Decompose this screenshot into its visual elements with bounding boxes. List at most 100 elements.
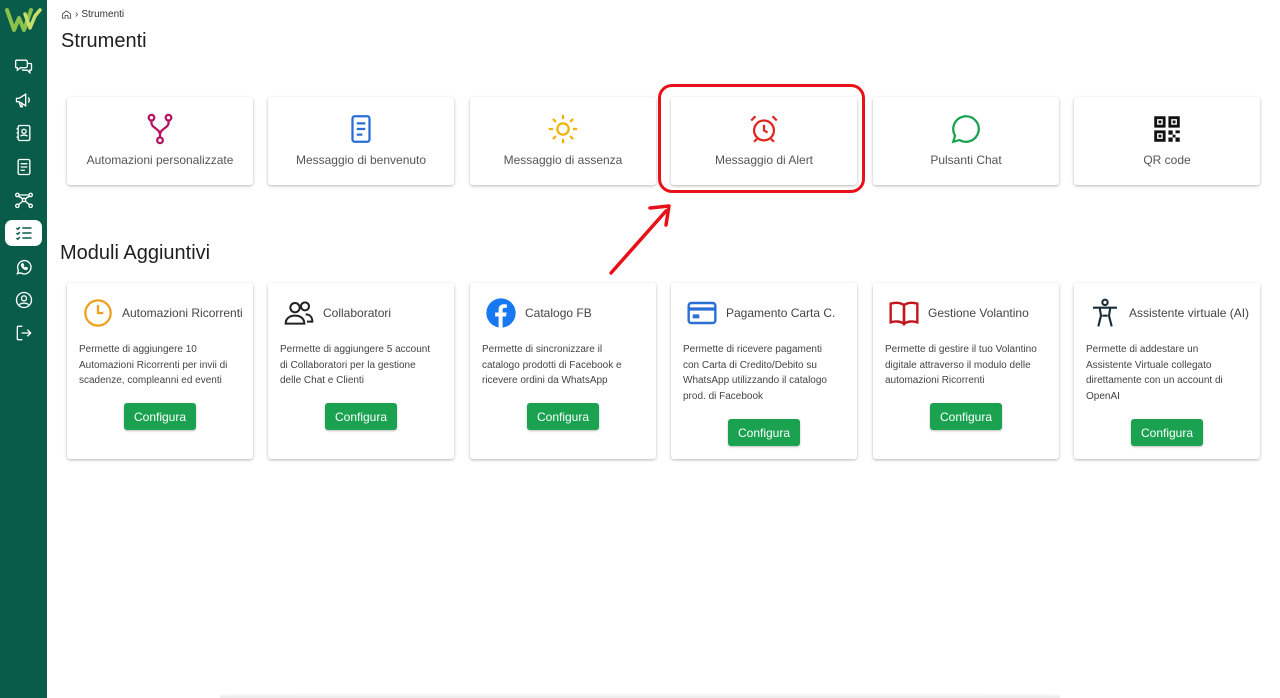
sidebar-item-documents[interactable] xyxy=(5,154,42,180)
tool-icon-wrap xyxy=(142,111,178,147)
sidebar-item-contacts[interactable] xyxy=(5,120,42,146)
desc-line: di Collaboratori per la gestione xyxy=(280,359,416,371)
sidebar-item-flows[interactable] xyxy=(5,187,42,213)
configura-button[interactable]: Configura xyxy=(325,403,397,430)
tool-label: QR code xyxy=(1143,153,1191,167)
module-head: Assistente virtuale (AI) xyxy=(1088,295,1254,331)
tool-card-messaggio-benvenuto[interactable]: Messaggio di benvenuto xyxy=(268,97,454,185)
logout-icon xyxy=(16,325,32,341)
module-head: Catalogo FB xyxy=(484,295,650,331)
desc-line: Automazioni Ricorrenti per invii di xyxy=(79,359,228,371)
sidebar-item-whatsapp[interactable] xyxy=(5,254,42,280)
tool-card-pulsanti-chat[interactable]: Pulsanti Chat xyxy=(873,97,1059,185)
configura-button[interactable]: Configura xyxy=(728,419,800,446)
document-icon xyxy=(351,115,371,143)
tool-card-messaggio-assenza[interactable]: Messaggio di assenza xyxy=(470,97,656,185)
module-head: Pagamento Carta C. xyxy=(685,295,851,331)
module-icon-wrap xyxy=(282,296,316,330)
module-card-assistente-virtuale: Assistente virtuale (AI) Permette di add… xyxy=(1074,283,1260,459)
tool-label: Pulsanti Chat xyxy=(930,153,1002,167)
module-icon-wrap xyxy=(81,296,115,330)
user-circle-icon xyxy=(15,291,32,309)
facebook-icon xyxy=(486,298,516,328)
person-accessibility-icon xyxy=(1093,298,1117,327)
module-icon-wrap xyxy=(1088,296,1122,330)
module-title: Assistente virtuale (AI) xyxy=(1129,306,1250,320)
module-title: Collaboratori xyxy=(323,306,392,320)
module-icon-wrap xyxy=(484,296,518,330)
desc-line: Permette di ricevere pagamenti xyxy=(683,344,822,355)
contacts-book-icon xyxy=(16,124,30,142)
module-title: Automazioni Ricorrenti xyxy=(122,306,243,320)
module-description: Permette di gestire il tuo Volantino dig… xyxy=(885,342,1049,389)
module-card-catalogo-fb: Catalogo FB Permette di sincronizzare il… xyxy=(470,283,656,459)
breadcrumb: › Strumenti xyxy=(61,9,124,20)
desc-line: automazioni Ricorrenti xyxy=(885,375,985,386)
tool-card-automazioni-personalizzate[interactable]: Automazioni personalizzate xyxy=(67,97,253,185)
desc-line: WhatsApp utilizzando il catalogo xyxy=(683,375,827,386)
module-card-collaboratori: Collaboratori Permette di aggiungere 5 a… xyxy=(268,283,454,459)
desc-line: delle Chat e Clienti xyxy=(280,375,364,386)
tool-label: Messaggio di assenza xyxy=(503,153,623,167)
branch-icon xyxy=(147,113,173,145)
module-icon-wrap xyxy=(887,296,921,330)
sun-icon xyxy=(548,114,578,144)
sidebar-item-profile[interactable] xyxy=(5,287,42,313)
desc-line: digitale attraverso il modulo delle xyxy=(885,359,1031,371)
breadcrumb-current: Strumenti xyxy=(81,9,125,20)
desc-line: prod. di Facebook xyxy=(683,390,764,402)
tool-icon-wrap xyxy=(545,111,581,147)
module-head: Automazioni Ricorrenti xyxy=(81,295,247,331)
desc-line: OpenAI xyxy=(1086,390,1120,402)
module-card-automazioni-ricorrenti: Automazioni Ricorrenti Permette di aggiu… xyxy=(67,283,253,459)
credit-card-icon xyxy=(687,301,717,325)
flow-network-icon xyxy=(14,192,33,209)
configura-button[interactable]: Configura xyxy=(527,403,599,430)
tool-icon-wrap xyxy=(1149,111,1185,147)
desc-line: Permette di aggiungere 5 account xyxy=(280,344,431,355)
app-logo-icon[interactable] xyxy=(5,6,43,34)
module-title: Pagamento Carta C. xyxy=(726,306,836,320)
whatsapp-icon xyxy=(15,259,32,275)
sidebar-item-chats[interactable] xyxy=(5,53,42,79)
module-icon-wrap xyxy=(685,296,719,330)
module-description: Permette di ricevere pagamenti con Carta… xyxy=(683,342,847,404)
home-icon[interactable] xyxy=(61,9,72,20)
annotation-arrow-icon xyxy=(609,204,671,275)
desc-line: Permette di addestare un xyxy=(1086,344,1199,355)
configura-button[interactable]: Configura xyxy=(124,403,196,430)
clock-icon xyxy=(84,299,112,327)
desc-line: direttamente con un account di xyxy=(1086,375,1223,386)
configura-button[interactable]: Configura xyxy=(1131,419,1203,446)
module-card-pagamento-carta: Pagamento Carta C. Permette di ricevere … xyxy=(671,283,857,459)
desc-line: scadenze, compleanni ed eventi xyxy=(79,375,222,386)
tool-label: Automazioni personalizzate xyxy=(86,153,234,167)
tool-card-qr-code[interactable]: QR code xyxy=(1074,97,1260,185)
module-description: Permette di aggiungere 5 account di Coll… xyxy=(280,342,444,389)
bottom-shadow xyxy=(220,692,1060,698)
breadcrumb-separator: › xyxy=(75,9,79,20)
module-description: Permette di addestare un Assistente Virt… xyxy=(1086,342,1250,404)
qr-code-icon xyxy=(1154,116,1180,142)
sidebar-item-tools[interactable] xyxy=(5,220,42,246)
modules-section-title: Moduli Aggiuntivi xyxy=(60,242,211,264)
desc-line: Permette di gestire il tuo Volantino xyxy=(885,344,1037,355)
megaphone-icon xyxy=(15,92,30,108)
page-title: Strumenti xyxy=(61,30,147,52)
chat-bubbles-icon xyxy=(14,59,32,75)
tool-label: Messaggio di benvenuto xyxy=(295,153,427,167)
configura-button[interactable]: Configura xyxy=(930,403,1002,430)
users-icon xyxy=(284,301,314,325)
tool-icon-wrap xyxy=(948,111,984,147)
checklist-icon xyxy=(15,226,31,241)
tool-icon-wrap xyxy=(343,111,379,147)
highlight-box xyxy=(658,84,865,193)
desc-line: Permette di aggiungere 10 xyxy=(79,344,197,355)
open-book-icon xyxy=(889,301,919,326)
module-head: Gestione Volantino xyxy=(887,295,1053,331)
module-description: Permette di aggiungere 10 Automazioni Ri… xyxy=(79,342,243,389)
sidebar-item-logout[interactable] xyxy=(5,320,42,346)
sidebar xyxy=(0,0,47,698)
desc-line: con Carta di Credito/Debito su xyxy=(683,359,817,371)
sidebar-item-campaigns[interactable] xyxy=(5,87,42,113)
